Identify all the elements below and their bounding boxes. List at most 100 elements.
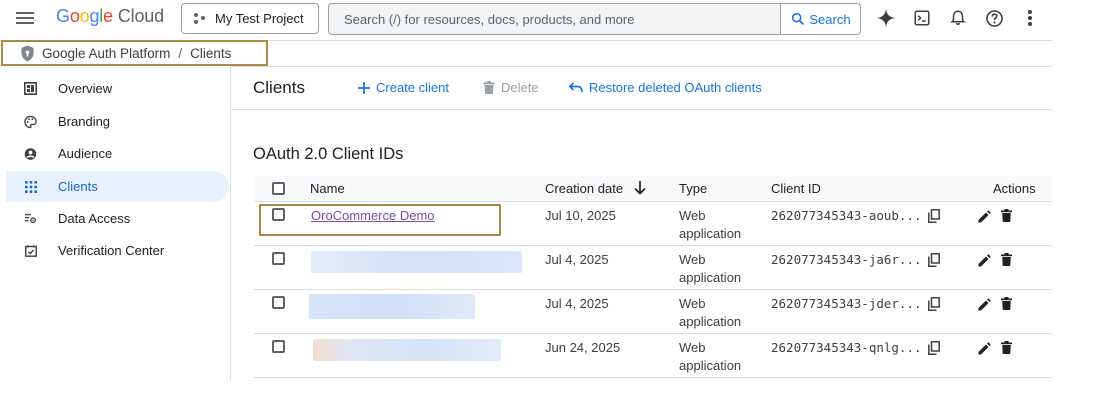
breadcrumb-root[interactable]: Google Auth Platform bbox=[42, 46, 170, 61]
cloud-shell-icon[interactable] bbox=[912, 8, 932, 28]
project-nodes-icon bbox=[194, 12, 206, 25]
search-bar: Search bbox=[328, 3, 861, 35]
sidebar-item-label: Clients bbox=[58, 179, 98, 194]
help-icon[interactable] bbox=[984, 8, 1004, 28]
toolbar-divider bbox=[231, 109, 1052, 110]
select-all-checkbox[interactable] bbox=[272, 182, 285, 195]
edit-pencil-icon[interactable] bbox=[977, 253, 991, 267]
edit-pencil-icon[interactable] bbox=[977, 341, 991, 355]
sidebar-item-data-access[interactable]: Data Access bbox=[6, 203, 229, 234]
creation-date: Jul 10, 2025 bbox=[545, 208, 616, 223]
search-icon bbox=[792, 12, 805, 25]
person-icon bbox=[24, 147, 37, 160]
sidebar-item-label: Verification Center bbox=[58, 243, 165, 258]
copy-icon[interactable] bbox=[927, 209, 941, 223]
edit-pencil-icon[interactable] bbox=[977, 297, 991, 311]
gemini-sparkle-icon[interactable] bbox=[876, 8, 896, 28]
client-type: Web application bbox=[679, 252, 742, 285]
notifications-bell-icon[interactable] bbox=[948, 8, 968, 28]
project-picker-button[interactable]: My Test Project bbox=[181, 3, 319, 34]
logo-letter: o bbox=[69, 6, 80, 26]
sidebar-item-label: Branding bbox=[58, 114, 111, 129]
restore-deleted-clients-label: Restore deleted OAuth clients bbox=[589, 80, 762, 95]
sort-arrow-down-icon[interactable] bbox=[634, 181, 646, 195]
logo-letter: g bbox=[89, 6, 100, 26]
breadcrumb-current: Clients bbox=[190, 45, 232, 61]
copy-icon[interactable] bbox=[927, 341, 941, 355]
delete-trash-icon[interactable] bbox=[999, 208, 1013, 222]
data-settings-icon bbox=[24, 212, 37, 225]
logo-letter: G bbox=[56, 6, 70, 26]
create-client-button[interactable]: Create client bbox=[358, 80, 449, 95]
sidebar-item-label: Overview bbox=[58, 81, 113, 96]
client-type: Web application bbox=[679, 296, 742, 329]
grid-icon bbox=[24, 180, 37, 193]
client-type: Web application bbox=[679, 340, 742, 373]
sidebar-item-clients[interactable]: Clients bbox=[6, 171, 229, 202]
delete-label: Delete bbox=[501, 80, 539, 95]
sidebar-item-overview[interactable]: Overview bbox=[6, 73, 229, 104]
breadcrumb-separator: / bbox=[178, 45, 183, 61]
column-header-actions: Actions bbox=[993, 181, 1036, 196]
palette-icon bbox=[24, 115, 37, 128]
overview-icon bbox=[24, 82, 37, 95]
row-checkbox[interactable] bbox=[272, 340, 285, 353]
trash-icon bbox=[483, 81, 495, 94]
create-client-label: Create client bbox=[376, 80, 449, 95]
add-icon bbox=[358, 81, 370, 94]
column-header-name[interactable]: Name bbox=[310, 181, 345, 196]
row-checkbox[interactable] bbox=[272, 252, 285, 265]
restore-deleted-clients-button[interactable]: Restore deleted OAuth clients bbox=[569, 80, 762, 95]
logo-product: Cloud bbox=[117, 6, 164, 26]
table-row: Jul 4, 2025 Web application 262077345343… bbox=[254, 290, 1052, 334]
sidebar-item-label: Data Access bbox=[58, 211, 131, 226]
table-header: Name Creation date Type Client ID Action… bbox=[254, 176, 1052, 201]
undo-icon bbox=[569, 82, 583, 93]
redacted-client-name bbox=[313, 339, 501, 361]
redacted-client-name bbox=[309, 294, 475, 319]
creation-date: Jun 24, 2025 bbox=[545, 340, 621, 355]
column-header-creation-date[interactable]: Creation date bbox=[545, 181, 623, 196]
sidebar-item-branding[interactable]: Branding bbox=[6, 106, 229, 137]
column-header-client-id: Client ID bbox=[771, 181, 821, 196]
table-row: Jun 24, 2025 Web application 26207734534… bbox=[254, 334, 1052, 378]
client-type: Web application bbox=[679, 208, 742, 241]
logo-letter: e bbox=[103, 6, 113, 26]
table-row: Jul 4, 2025 Web application 262077345343… bbox=[254, 246, 1052, 290]
search-button[interactable]: Search bbox=[780, 4, 860, 34]
sidebar-item-audience[interactable]: Audience bbox=[6, 138, 229, 169]
client-id: 262077345343-ja6r... bbox=[771, 252, 922, 267]
project-name: My Test Project bbox=[215, 11, 304, 26]
sidebar-item-verification-center[interactable]: Verification Center bbox=[6, 235, 229, 266]
delete-trash-icon[interactable] bbox=[999, 252, 1013, 266]
main-menu-icon[interactable] bbox=[14, 9, 36, 27]
shield-icon bbox=[21, 45, 34, 61]
client-id: 262077345343-aoub... bbox=[771, 208, 922, 223]
copy-icon[interactable] bbox=[927, 253, 941, 267]
top-bar: Google Cloud My Test Project Search bbox=[0, 0, 1052, 37]
google-cloud-logo[interactable]: Google Cloud bbox=[56, 6, 164, 27]
client-id: 262077345343-qnlg... bbox=[771, 340, 922, 355]
logo-letter: o bbox=[79, 6, 90, 26]
more-vert-icon[interactable] bbox=[1020, 8, 1040, 28]
search-input[interactable] bbox=[329, 4, 780, 34]
redacted-client-name bbox=[311, 251, 522, 273]
creation-date: Jul 4, 2025 bbox=[545, 252, 609, 267]
search-button-label: Search bbox=[809, 11, 851, 27]
content-top-divider bbox=[231, 66, 1052, 67]
delete-trash-icon[interactable] bbox=[999, 340, 1013, 354]
delete-button[interactable]: Delete bbox=[483, 80, 539, 95]
copy-icon[interactable] bbox=[927, 297, 941, 311]
creation-date: Jul 4, 2025 bbox=[545, 296, 609, 311]
check-box-icon bbox=[24, 244, 37, 257]
section-title: OAuth 2.0 Client IDs bbox=[253, 145, 404, 163]
edit-pencil-icon[interactable] bbox=[977, 209, 991, 223]
row-checkbox[interactable] bbox=[272, 296, 285, 309]
page-title: Clients bbox=[253, 78, 305, 97]
delete-trash-icon[interactable] bbox=[999, 296, 1013, 310]
column-header-type: Type bbox=[679, 181, 708, 196]
sidebar: Overview Branding Audience Clients Data … bbox=[0, 66, 231, 380]
sidebar-item-label: Audience bbox=[58, 146, 113, 161]
client-id: 262077345343-jder... bbox=[771, 296, 922, 311]
breadcrumb: Google Auth Platform / Clients bbox=[1, 40, 268, 66]
